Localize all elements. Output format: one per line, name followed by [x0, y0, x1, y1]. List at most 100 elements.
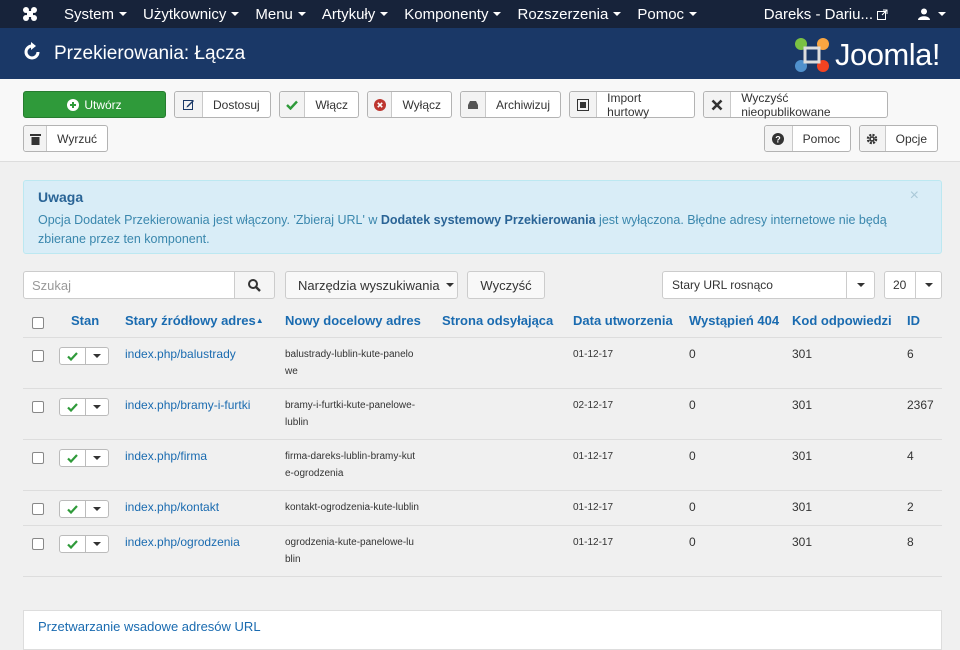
old-url-link[interactable]: index.php/kontakt	[125, 500, 219, 514]
disable-button[interactable]: Wyłącz	[367, 91, 452, 118]
menu-components[interactable]: Komponenty	[396, 0, 509, 28]
old-url-link[interactable]: index.php/bramy-i-furtki	[125, 398, 250, 412]
batch-title-link[interactable]: Przetwarzanie wsadowe adresów URL	[38, 619, 261, 634]
external-link-icon	[877, 9, 888, 20]
joomla-brand-text: Joomla!	[834, 37, 941, 72]
chevron-down-icon	[93, 405, 101, 409]
refresh-icon	[22, 42, 42, 65]
response-code: 301	[792, 449, 813, 463]
check-icon	[60, 450, 86, 466]
search-tools-button[interactable]: Narzędzia wyszukiwania	[285, 271, 458, 299]
state-toggle[interactable]	[59, 449, 109, 467]
col-hits[interactable]: Wystąpień 404	[689, 313, 779, 328]
old-url-link[interactable]: index.php/firma	[125, 449, 207, 463]
row-id: 2367	[907, 398, 934, 412]
ordering-select[interactable]: Stary URL rosnąco	[662, 271, 875, 299]
chevron-down-icon	[297, 12, 306, 16]
menu-help[interactable]: Pomoc	[629, 0, 705, 28]
options-button[interactable]: Opcje	[859, 125, 938, 152]
trash-button[interactable]: Wyrzuć	[23, 125, 108, 152]
check-icon	[60, 348, 86, 364]
select-all-checkbox[interactable]	[32, 317, 44, 329]
search-input[interactable]: Szukaj	[23, 271, 235, 299]
check-icon	[60, 399, 86, 415]
joomla-menu-icon[interactable]	[14, 5, 46, 23]
table-row: index.php/firma firma-dareks-lublin-bram…	[23, 440, 942, 491]
state-toggle[interactable]	[59, 535, 109, 553]
state-toggle[interactable]	[59, 500, 109, 518]
user-menu[interactable]	[918, 8, 946, 20]
times-circle-icon	[368, 92, 393, 117]
hits: 0	[689, 535, 696, 549]
site-link[interactable]: Dareks - Dariu...	[764, 6, 888, 23]
row-checkbox[interactable]	[32, 452, 44, 464]
created-date: 02-12-17	[573, 400, 614, 411]
edit-button[interactable]: Dostosuj	[174, 91, 271, 118]
menu-system[interactable]: System	[56, 0, 135, 28]
chevron-down-icon	[493, 12, 502, 16]
col-old-url[interactable]: Stary źródłowy adres▲	[125, 313, 264, 328]
help-button[interactable]: ? Pomoc	[764, 125, 851, 152]
state-toggle[interactable]	[59, 347, 109, 365]
state-toggle[interactable]	[59, 398, 109, 416]
chevron-down-icon	[93, 542, 101, 546]
new-url: balustrady-lublin-kute-panelo we	[285, 349, 414, 377]
import-button[interactable]: Import hurtowy	[569, 91, 695, 119]
row-id: 2	[907, 500, 914, 514]
chevron-down-icon	[119, 12, 128, 16]
chevron-down-icon	[856, 283, 865, 287]
response-code: 301	[792, 347, 813, 361]
alert-title: Uwaga	[38, 189, 84, 205]
row-id: 4	[907, 449, 914, 463]
chevron-down-icon	[613, 12, 622, 16]
archive-icon	[461, 92, 486, 117]
created-date: 01-12-17	[573, 502, 614, 513]
delete-icon	[704, 92, 732, 117]
plus-circle-icon	[67, 98, 80, 111]
col-code[interactable]: Kod odpowiedzi	[792, 313, 892, 328]
close-icon[interactable]: ×	[910, 187, 919, 205]
purge-button[interactable]: Wyczyść nieopublikowane	[703, 91, 888, 119]
row-checkbox[interactable]	[32, 503, 44, 515]
row-checkbox[interactable]	[32, 538, 44, 550]
search-icon	[248, 278, 261, 292]
clear-button[interactable]: Wyczyść	[467, 271, 545, 299]
col-new-url[interactable]: Nowy docelowy adres	[285, 313, 421, 328]
col-referer[interactable]: Strona odsyłająca	[442, 313, 553, 328]
created-date: 01-12-17	[573, 451, 614, 462]
check-icon	[280, 92, 306, 117]
search-button[interactable]	[234, 271, 275, 299]
old-url-link[interactable]: index.php/ogrodzenia	[125, 535, 240, 549]
menu-menus[interactable]: Menu	[247, 0, 314, 28]
new-button[interactable]: Utwórz	[23, 91, 166, 118]
menu-users[interactable]: Użytkownicy	[135, 0, 247, 28]
limit-select[interactable]: 20	[884, 271, 942, 299]
sort-asc-icon: ▲	[255, 316, 264, 325]
response-code: 301	[792, 398, 813, 412]
upload-icon	[570, 92, 598, 117]
main-menu: System Użytkownicy Menu Artykuły Kompone…	[56, 0, 705, 28]
joomla-logo: Joomla!	[793, 36, 941, 74]
alert-text: Opcja Dodatek Przekierowania jest włączo…	[38, 213, 887, 246]
enable-button[interactable]: Włącz	[279, 91, 359, 118]
table-row: index.php/bramy-i-furtki bramy-i-furtki-…	[23, 389, 942, 440]
table-row: index.php/balustrady balustrady-lublin-k…	[23, 338, 942, 389]
menu-extensions[interactable]: Rozszerzenia	[509, 0, 629, 28]
new-url: firma-dareks-lublin-bramy-kut e-ogrodzeni…	[285, 451, 416, 479]
row-checkbox[interactable]	[32, 350, 44, 362]
table-row: index.php/kontakt kontakt-ogrodzenia-kut…	[23, 491, 942, 526]
hits: 0	[689, 347, 696, 361]
menu-content[interactable]: Artykuły	[314, 0, 396, 28]
col-state[interactable]: Stan	[71, 313, 99, 328]
old-url-link[interactable]: index.php/balustrady	[125, 347, 236, 361]
row-checkbox[interactable]	[32, 401, 44, 413]
col-created[interactable]: Data utworzenia	[573, 313, 673, 328]
response-code: 301	[792, 500, 813, 514]
col-id[interactable]: ID	[907, 313, 920, 328]
archive-button[interactable]: Archiwizuj	[460, 91, 561, 118]
chevron-down-icon	[93, 507, 101, 511]
created-date: 01-12-17	[573, 537, 614, 548]
chevron-down-icon	[380, 12, 389, 16]
table-row: index.php/ogrodzenia ogrodzenia-kute-pan…	[23, 526, 942, 577]
user-icon	[918, 8, 930, 20]
